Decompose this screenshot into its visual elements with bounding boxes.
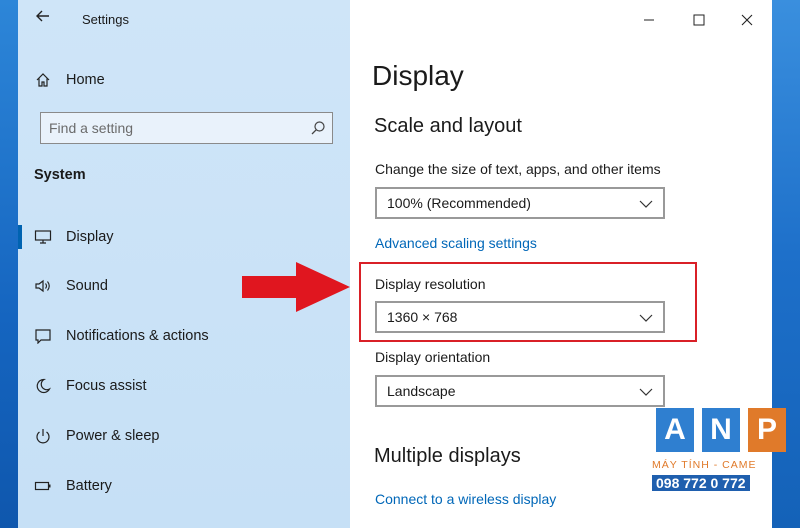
scale-dropdown[interactable]: 100% (Recommended): [375, 187, 665, 219]
notification-icon: [34, 327, 52, 345]
orientation-dropdown-value: Landscape: [387, 383, 456, 399]
search-icon[interactable]: [310, 120, 326, 136]
wireless-display-link[interactable]: Connect to a wireless display: [375, 491, 556, 507]
nav-home-label: Home: [66, 72, 105, 88]
scale-layout-heading: Scale and layout: [374, 115, 522, 137]
resolution-dropdown-value: 1360 × 768: [387, 309, 458, 325]
sidebar-item-focus-assist[interactable]: Focus assist: [18, 366, 350, 406]
chevron-down-icon: [639, 385, 653, 399]
page-title: Display: [372, 60, 464, 91]
minimize-icon[interactable]: [632, 6, 666, 34]
search-box[interactable]: [40, 112, 333, 144]
home-icon: [34, 71, 52, 89]
sidebar-item-label: Power & sleep: [66, 428, 160, 444]
back-arrow-icon[interactable]: [32, 8, 54, 30]
annotation-arrow-icon: [242, 262, 350, 312]
window-title: Settings: [82, 12, 129, 27]
moon-icon: [34, 377, 52, 395]
sidebar-item-label: Display: [66, 229, 114, 245]
sidebar-item-label: Sound: [66, 278, 108, 294]
search-input[interactable]: [41, 113, 301, 143]
sidebar-item-battery[interactable]: Battery: [18, 466, 350, 506]
sidebar-item-label: Battery: [66, 478, 112, 494]
desktop-background-left: [0, 0, 18, 528]
sidebar-item-label: Focus assist: [66, 378, 147, 394]
watermark-letter: P: [748, 408, 786, 452]
battery-icon: [34, 477, 52, 495]
sidebar-item-display[interactable]: Display: [18, 217, 350, 257]
chevron-down-icon: [639, 197, 653, 211]
sidebar-item-notifications[interactable]: Notifications & actions: [18, 316, 350, 356]
sidebar-item-label: Notifications & actions: [66, 328, 209, 344]
watermark-url: WWW.ANP.COM.VN: [652, 496, 762, 508]
nav-home[interactable]: Home: [34, 68, 105, 92]
watermark-tagline: MÁY TÍNH - CAME: [652, 459, 757, 471]
resolution-dropdown[interactable]: 1360 × 768: [375, 301, 665, 333]
monitor-icon: [34, 228, 52, 246]
scale-dropdown-value: 100% (Recommended): [387, 195, 531, 211]
close-icon[interactable]: [730, 6, 764, 34]
orientation-label: Display orientation: [375, 349, 491, 365]
watermark-letter: A: [656, 408, 694, 452]
multiple-displays-heading: Multiple displays: [374, 445, 521, 467]
advanced-scaling-link[interactable]: Advanced scaling settings: [375, 235, 537, 251]
orientation-dropdown[interactable]: Landscape: [375, 375, 665, 407]
maximize-icon[interactable]: [682, 6, 716, 34]
resolution-label: Display resolution: [375, 276, 486, 292]
watermark-logo: A N P MÁY TÍNH - CAME 098 772 0 772 WWW.…: [652, 408, 792, 516]
speaker-icon: [34, 277, 52, 295]
scale-size-label: Change the size of text, apps, and other…: [375, 161, 661, 177]
watermark-phone: 098 772 0 772: [652, 475, 750, 491]
section-title-system: System: [34, 167, 86, 183]
sidebar-item-power-sleep[interactable]: Power & sleep: [18, 416, 350, 456]
chevron-down-icon: [639, 311, 653, 325]
watermark-letter: N: [702, 408, 740, 452]
power-icon: [34, 427, 52, 445]
